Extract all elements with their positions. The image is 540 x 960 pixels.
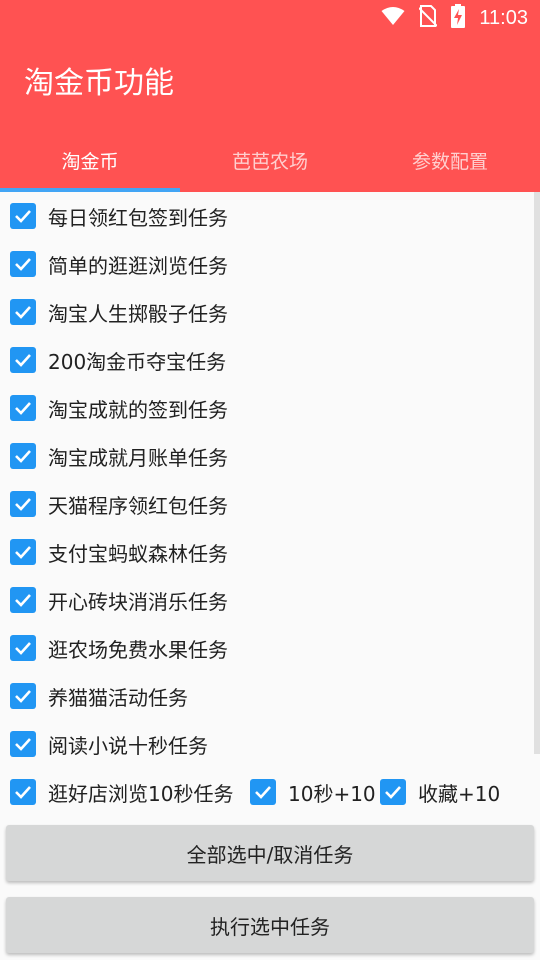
option-label: 收藏+10 — [418, 781, 501, 806]
checkbox-checked-icon[interactable] — [10, 299, 36, 325]
list-item[interactable]: 淘宝人生掷骰子任务 — [10, 288, 228, 336]
task-label: 200淘金币夺宝任务 — [48, 349, 227, 374]
list-item[interactable]: 支付宝蚂蚁森林任务 — [10, 528, 228, 576]
list-item[interactable]: 养猫猫活动任务 — [10, 672, 188, 720]
list-item[interactable]: 淘宝成就的签到任务 — [10, 384, 228, 432]
task-label: 养猫猫活动任务 — [48, 685, 188, 710]
task-label: 天猫程序领红包任务 — [48, 493, 228, 518]
checkbox-checked-icon[interactable] — [250, 779, 276, 805]
task-label: 每日领红包签到任务 — [48, 205, 228, 230]
wifi-icon — [381, 6, 405, 30]
status-icons: 11:03 — [381, 4, 528, 32]
execute-button[interactable]: 执行选中任务 — [6, 897, 534, 953]
task-label: 逛农场免费水果任务 — [48, 637, 228, 662]
checkbox-checked-icon[interactable] — [10, 443, 36, 469]
checkbox-checked-icon[interactable] — [10, 251, 36, 277]
task-label: 阅读小说十秒任务 — [48, 733, 208, 758]
tab-settings[interactable]: 参数配置 — [360, 128, 540, 192]
checkbox-checked-icon[interactable] — [10, 395, 36, 421]
status-bar: 11:03 — [0, 0, 540, 36]
task-label: 简单的逛逛浏览任务 — [48, 253, 228, 278]
status-clock: 11:03 — [479, 6, 528, 29]
list-item[interactable]: 简单的逛逛浏览任务 — [10, 240, 228, 288]
scrollbar[interactable] — [534, 192, 540, 754]
list-item[interactable]: 10秒+10 — [250, 768, 376, 816]
list-item[interactable]: 200淘金币夺宝任务 — [10, 336, 226, 384]
task-label: 支付宝蚂蚁森林任务 — [48, 541, 228, 566]
list-item[interactable]: 淘宝成就月账单任务 — [10, 432, 228, 480]
task-label: 淘宝成就的签到任务 — [48, 397, 228, 422]
checkbox-checked-icon[interactable] — [380, 779, 406, 805]
list-item[interactable]: 开心砖块消消乐任务 — [10, 576, 228, 624]
tab-baba-farm[interactable]: 芭芭农场 — [180, 128, 360, 192]
battery-charging-icon — [451, 4, 466, 32]
task-label: 淘宝成就月账单任务 — [48, 445, 228, 470]
task-label: 淘宝人生掷骰子任务 — [48, 301, 228, 326]
list-item[interactable]: 天猫程序领红包任务 — [10, 480, 228, 528]
no-sim-icon — [418, 5, 439, 31]
checkbox-checked-icon[interactable] — [10, 539, 36, 565]
list-item[interactable]: 收藏+10 — [380, 768, 500, 816]
list-item[interactable]: 阅读小说十秒任务 — [10, 720, 208, 768]
list-item[interactable]: 逛农场免费水果任务 — [10, 624, 228, 672]
list-item[interactable]: 逛好店浏览10秒任务 — [10, 768, 233, 816]
app-bar: 11:03 淘金币功能 淘金币 芭芭农场 参数配置 — [0, 0, 540, 192]
option-label: 10秒+10 — [288, 781, 376, 806]
checkbox-checked-icon[interactable] — [10, 779, 36, 805]
tab-taojinbi[interactable]: 淘金币 — [0, 128, 180, 192]
checkbox-checked-icon[interactable] — [10, 683, 36, 709]
checkbox-checked-icon[interactable] — [10, 635, 36, 661]
task-label: 逛好店浏览10秒任务 — [48, 781, 234, 806]
tab-bar: 淘金币 芭芭农场 参数配置 — [0, 128, 540, 192]
select-all-button[interactable]: 全部选中/取消任务 — [6, 825, 534, 881]
page-title: 淘金币功能 — [24, 66, 174, 101]
list-item[interactable]: 每日领红包签到任务 — [10, 192, 228, 240]
checkbox-checked-icon[interactable] — [10, 491, 36, 517]
checkbox-checked-icon[interactable] — [10, 347, 36, 373]
task-label: 开心砖块消消乐任务 — [48, 589, 228, 614]
checkbox-checked-icon[interactable] — [10, 587, 36, 613]
checkbox-checked-icon[interactable] — [10, 203, 36, 229]
checkbox-checked-icon[interactable] — [10, 731, 36, 757]
